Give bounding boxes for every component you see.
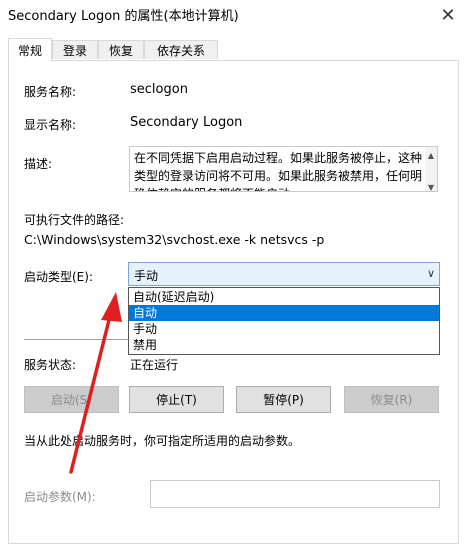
startup-type-dropdown: 自动(延迟启动) 自动 手动 禁用 <box>128 287 440 355</box>
separator-line <box>24 339 128 340</box>
display-name-label: 显示名称: <box>24 118 77 132</box>
option-manual[interactable]: 手动 <box>129 321 439 337</box>
start-params-input[interactable] <box>150 480 440 508</box>
pause-button[interactable]: 暂停(P) <box>236 386 331 413</box>
description-box[interactable]: 在不同凭据下启用启动过程。如果此服务被停止，这种类型的登录访问将不可用。如果此服… <box>129 146 438 192</box>
tab-recovery[interactable]: 恢复 <box>98 40 144 59</box>
description-scrollbar[interactable]: ▲ ▼ <box>425 147 437 191</box>
startup-type-select[interactable]: 手动 ∨ <box>128 262 440 286</box>
service-name-label: 服务名称: <box>24 85 77 99</box>
window-title: Secondary Logon 的属性(本地计算机) <box>8 9 239 24</box>
title-bar: Secondary Logon 的属性(本地计算机) ✕ <box>0 0 469 30</box>
tab-dependencies[interactable]: 依存关系 <box>144 40 218 59</box>
start-params-hint: 当从此处启动服务时，你可指定所适用的启动参数。 <box>24 434 301 448</box>
service-name-value: seclogon <box>130 82 188 97</box>
exe-path-value: C:\Windows\system32\svchost.exe -k netsv… <box>24 232 325 247</box>
service-status-value: 正在运行 <box>130 358 179 372</box>
resume-button[interactable]: 恢复(R) <box>344 386 439 413</box>
option-auto[interactable]: 自动 <box>129 305 439 321</box>
tab-general[interactable]: 常规 <box>8 38 52 61</box>
chevron-down-icon[interactable]: ∨ <box>427 267 435 280</box>
display-name-value: Secondary Logon <box>130 115 243 130</box>
option-disabled[interactable]: 禁用 <box>129 337 439 353</box>
description-text: 在不同凭据下启用启动过程。如果此服务被停止，这种类型的登录访问将不可用。如果此服… <box>134 151 423 191</box>
start-params-label: 启动参数(M): <box>24 490 96 504</box>
tab-logon[interactable]: 登录 <box>52 40 98 59</box>
close-icon[interactable]: ✕ <box>427 0 469 30</box>
service-status-label: 服务状态: <box>24 358 77 372</box>
startup-type-label: 启动类型(E): <box>24 270 93 284</box>
exe-path-label: 可执行文件的路径: <box>24 213 125 227</box>
scroll-down-icon[interactable]: ▼ <box>425 179 437 191</box>
scroll-up-icon[interactable]: ▲ <box>425 147 437 160</box>
stop-button[interactable]: 停止(T) <box>129 386 224 413</box>
description-label: 描述: <box>24 157 53 171</box>
option-auto-delayed[interactable]: 自动(延迟启动) <box>129 289 439 305</box>
startup-type-value: 手动 <box>134 269 159 283</box>
start-button[interactable]: 启动(S) <box>24 386 119 413</box>
